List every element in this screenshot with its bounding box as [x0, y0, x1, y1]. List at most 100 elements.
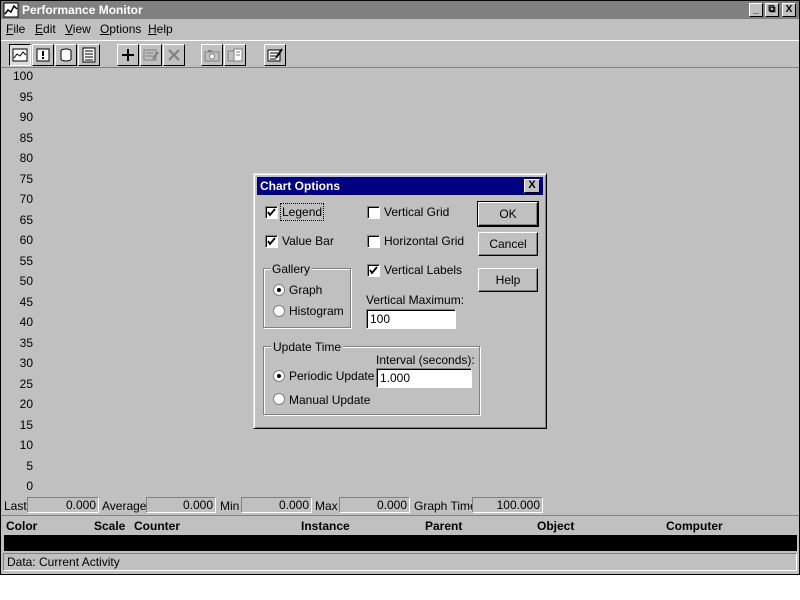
- dialog-close-button[interactable]: X: [524, 179, 540, 193]
- y-tick-label: 0: [26, 479, 33, 493]
- update-now-button[interactable]: [201, 44, 223, 66]
- camera-icon: [204, 50, 220, 62]
- minimize-button[interactable]: _: [749, 3, 763, 17]
- toolbar: [1, 40, 799, 68]
- vertical-maximum-input[interactable]: 100: [366, 309, 456, 329]
- close-button[interactable]: X: [782, 3, 796, 17]
- vertical-grid-checkbox[interactable]: [367, 206, 380, 219]
- edit-counter-button[interactable]: [140, 44, 162, 66]
- menu-view-mnemonic: V: [65, 22, 73, 36]
- menu-edit-label: dit: [43, 22, 56, 36]
- vertical-grid-checkbox-label[interactable]: Vertical Grid: [384, 205, 449, 219]
- min-value: 0.000: [241, 497, 312, 513]
- graph-time-value: 100.000: [472, 497, 543, 513]
- title-bar[interactable]: Performance Monitor _ ⧉ X: [1, 1, 799, 19]
- chart-view-button[interactable]: [9, 44, 31, 66]
- manual-update-radio[interactable]: [273, 393, 285, 405]
- restore-button[interactable]: ⧉: [765, 3, 779, 17]
- menu-help-label: elp: [156, 22, 173, 36]
- graph-radio-label[interactable]: Graph: [289, 283, 322, 297]
- add-counter-button[interactable]: [117, 44, 139, 66]
- graph-radio[interactable]: [273, 284, 285, 296]
- menu-file[interactable]: File: [6, 22, 25, 36]
- check-icon: [267, 208, 276, 217]
- gallery-group: [263, 268, 351, 328]
- y-tick-label: 50: [19, 274, 33, 288]
- menu-help-mnemonic: H: [148, 22, 157, 36]
- last-label: Last: [4, 499, 27, 513]
- horizontal-grid-checkbox-label[interactable]: Horizontal Grid: [384, 234, 464, 248]
- y-tick-label: 75: [19, 171, 33, 186]
- value-bar-checkbox[interactable]: [265, 235, 278, 248]
- legend-checkbox[interactable]: [265, 206, 278, 219]
- bookmark-icon: [227, 48, 243, 62]
- legend-checkbox-label[interactable]: Legend: [279, 203, 325, 221]
- update-time-group-title: Update Time: [271, 340, 344, 354]
- y-tick-label: 5: [26, 458, 33, 473]
- last-value: 0.000: [27, 497, 99, 513]
- manual-update-radio-label[interactable]: Manual Update: [289, 393, 370, 407]
- menu-edit[interactable]: Edit: [35, 22, 56, 36]
- legend-column-object: Object: [537, 519, 575, 533]
- legend-column-computer: Computer: [666, 519, 723, 533]
- y-tick-label: 10: [19, 438, 33, 452]
- y-tick-label: 65: [19, 212, 33, 227]
- performance-monitor-app-icon[interactable]: [3, 2, 19, 18]
- legend-column-parent: Parent: [425, 519, 463, 533]
- value-bar: Last 0.000 Average 0.000 Min 0.000 Max 0…: [1, 495, 799, 515]
- log-view-icon: [60, 48, 72, 62]
- y-tick-label: 90: [19, 110, 33, 124]
- options-button[interactable]: [264, 44, 286, 66]
- value-bar-checkbox-label[interactable]: Value Bar: [282, 234, 334, 248]
- help-button[interactable]: Help: [478, 268, 538, 292]
- interval-input[interactable]: 1.000: [376, 368, 472, 388]
- y-tick-label: 70: [19, 192, 33, 206]
- y-tick-label: 85: [19, 130, 33, 145]
- max-label: Max: [315, 499, 338, 513]
- menu-options[interactable]: Options: [100, 22, 141, 36]
- legend-header: Color Scale Counter Instance Parent Obje…: [1, 515, 799, 536]
- horizontal-grid-checkbox[interactable]: [367, 235, 380, 248]
- report-view-icon: [82, 47, 96, 63]
- y-tick-label: 80: [19, 151, 33, 165]
- menu-help[interactable]: Help: [148, 22, 173, 36]
- y-tick-label: 35: [19, 335, 33, 350]
- menu-edit-mnemonic: E: [35, 22, 44, 36]
- y-tick-label: 60: [19, 233, 33, 247]
- delete-icon: [168, 49, 180, 61]
- chart-view-icon: [12, 48, 28, 62]
- y-tick-label: 30: [19, 356, 33, 370]
- menu-view[interactable]: View: [65, 22, 91, 36]
- vertical-labels-checkbox[interactable]: [367, 264, 380, 277]
- vertical-labels-checkbox-label[interactable]: Vertical Labels: [384, 263, 462, 277]
- histogram-radio-label[interactable]: Histogram: [289, 304, 344, 318]
- delete-counter-button[interactable]: [163, 44, 185, 66]
- cancel-button[interactable]: Cancel: [478, 232, 538, 256]
- status-bar: Data: Current Activity: [3, 553, 797, 571]
- y-tick-label: 20: [19, 397, 33, 411]
- alert-view-icon: [36, 48, 50, 62]
- report-view-button[interactable]: [78, 44, 100, 66]
- ok-button[interactable]: OK: [477, 201, 539, 227]
- y-tick-label: 100: [12, 69, 33, 83]
- y-tick-label: 55: [19, 253, 33, 268]
- legend-column-counter: Counter: [134, 519, 180, 533]
- window-title: Performance Monitor: [22, 3, 143, 17]
- menu-options-mnemonic: O: [100, 22, 110, 36]
- legend-column-scale: Scale: [94, 519, 126, 533]
- menu-view-label: iew: [72, 22, 91, 36]
- legend-column-instance: Instance: [301, 519, 350, 533]
- y-tick-label: 15: [19, 417, 33, 432]
- histogram-radio[interactable]: [273, 305, 285, 317]
- min-label: Min: [220, 499, 240, 513]
- menu-options-label: ptions: [109, 22, 142, 36]
- alert-view-button[interactable]: [32, 44, 54, 66]
- periodic-update-radio[interactable]: [273, 370, 285, 382]
- periodic-update-radio-label[interactable]: Periodic Update: [289, 369, 374, 383]
- legend-list[interactable]: [4, 535, 797, 551]
- dialog-title-bar[interactable]: Chart Options X: [257, 177, 543, 195]
- bookmark-button[interactable]: [224, 44, 246, 66]
- edit-counter-icon: [143, 49, 159, 61]
- legend-column-color: Color: [6, 519, 38, 533]
- log-view-button[interactable]: [55, 44, 77, 66]
